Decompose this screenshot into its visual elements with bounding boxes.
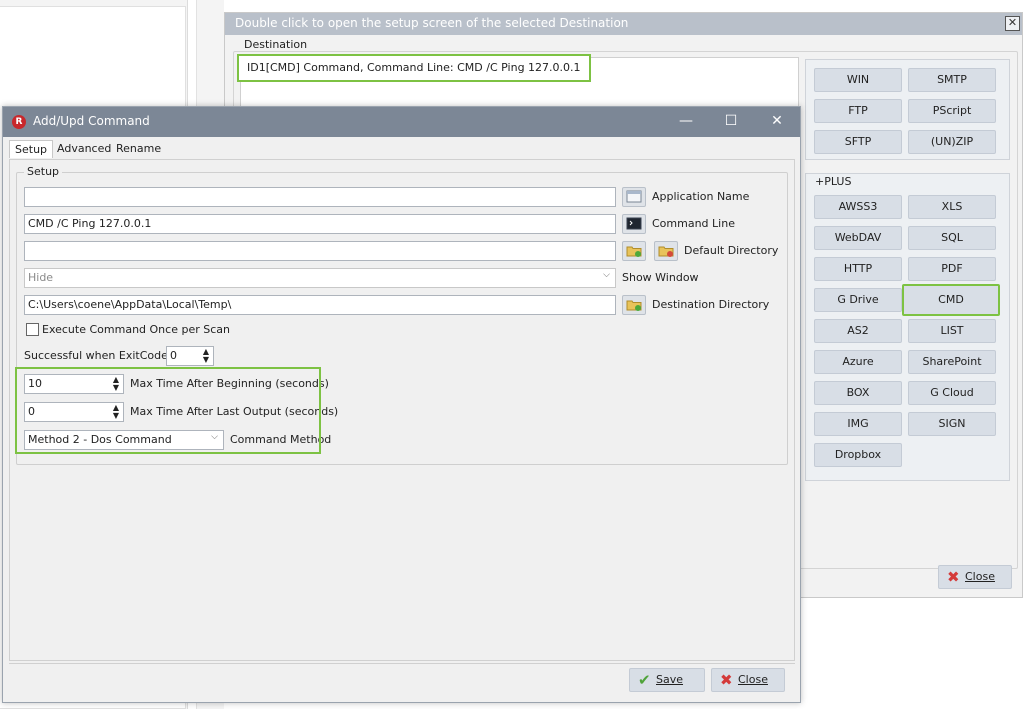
application-name-label: Application Name (652, 190, 750, 203)
close-x-icon[interactable]: ✕ (1005, 16, 1020, 31)
setup-group-label: Setup (24, 165, 63, 178)
list-button[interactable]: LIST (908, 319, 996, 343)
tab-rename[interactable]: Rename (111, 140, 166, 158)
awss3-button[interactable]: AWSS3 (814, 195, 902, 219)
minimize-icon[interactable]: — (676, 111, 696, 131)
dialog-close-button[interactable]: ✖ Close (711, 668, 785, 692)
close-button-label: Close (738, 673, 768, 686)
pdf-button[interactable]: PDF (908, 257, 996, 281)
footer-divider (9, 663, 795, 664)
azure-button[interactable]: Azure (814, 350, 902, 374)
exit-code-value: 0 (170, 349, 177, 362)
app-logo-icon: R (12, 115, 26, 129)
folder-add-icon[interactable] (622, 241, 646, 261)
checkmark-icon: ✔ (638, 671, 651, 689)
sharepoint-button[interactable]: SharePoint (908, 350, 996, 374)
execute-once-label: Execute Command Once per Scan (42, 323, 230, 336)
destination-list-item[interactable]: ID1[CMD] Command, Command Line: CMD /C P… (237, 54, 591, 82)
application-name-input[interactable] (24, 187, 616, 207)
destination-directory-label: Destination Directory (652, 298, 770, 311)
plus-group-label: +PLUS (815, 175, 852, 188)
window-icon[interactable] (622, 187, 646, 207)
show-window-select[interactable]: Hide ⌵ (24, 268, 616, 288)
chevron-down-icon: ⌵ (603, 270, 610, 280)
http-button[interactable]: HTTP (814, 257, 902, 281)
folder-remove-icon[interactable] (654, 241, 678, 261)
win-button[interactable]: WIN (814, 68, 902, 92)
box-button[interactable]: BOX (814, 381, 902, 405)
img-button[interactable]: IMG (814, 412, 902, 436)
default-directory-label: Default Directory (684, 244, 779, 257)
sign-button[interactable]: SIGN (908, 412, 996, 436)
command-line-input[interactable]: CMD /C Ping 127.0.0.1 (24, 214, 616, 234)
maximize-icon[interactable]: ☐ (721, 111, 741, 131)
command-line-label: Command Line (652, 217, 735, 230)
destination-group-label: Destination (242, 38, 310, 51)
as2-button[interactable]: AS2 (814, 319, 902, 343)
unzip-button[interactable]: (UN)ZIP (908, 130, 996, 154)
destination-window-title: Double click to open the setup screen of… (225, 13, 1022, 35)
sql-button[interactable]: SQL (908, 226, 996, 250)
close-button-label: Close (965, 570, 995, 583)
pscript-button[interactable]: PScript (908, 99, 996, 123)
highlight-box (15, 367, 321, 454)
webdav-button[interactable]: WebDAV (814, 226, 902, 250)
destination-close-button[interactable]: ✖ Close (938, 565, 1012, 589)
destination-directory-input[interactable]: C:\Users\coene\AppData\Local\Temp\ (24, 295, 616, 315)
show-window-value: Hide (28, 271, 54, 284)
close-x-icon: ✖ (947, 568, 960, 586)
close-x-icon: ✖ (720, 671, 733, 689)
spinner-arrows-icon[interactable]: ▲ ▼ (201, 348, 211, 364)
tab-setup[interactable]: Setup (9, 140, 54, 158)
exit-code-label: Successful when ExitCode = (24, 349, 181, 362)
exit-code-input[interactable]: 0 ▲ ▼ (166, 346, 214, 366)
close-icon[interactable]: ✕ (767, 111, 787, 131)
xls-button[interactable]: XLS (908, 195, 996, 219)
gdrive-button[interactable]: G Drive (814, 288, 902, 312)
cmd-button[interactable]: CMD (902, 284, 1000, 316)
terminal-icon[interactable] (622, 214, 646, 234)
tab-advanced[interactable]: Advanced (52, 140, 116, 158)
gcloud-button[interactable]: G Cloud (908, 381, 996, 405)
add-upd-command-dialog: R Add/Upd Command — ☐ ✕ Setup Advanced R… (2, 106, 801, 703)
default-directory-input[interactable] (24, 241, 616, 261)
save-button[interactable]: ✔ Save (629, 668, 705, 692)
show-window-label: Show Window (622, 271, 699, 284)
dropbox-button[interactable]: Dropbox (814, 443, 902, 467)
dialog-title: Add/Upd Command (33, 114, 150, 128)
folder-icon[interactable] (622, 295, 646, 315)
dialog-title-bar[interactable]: R Add/Upd Command — ☐ ✕ (3, 107, 800, 137)
smtp-button[interactable]: SMTP (908, 68, 996, 92)
save-button-label: Save (656, 673, 684, 686)
execute-once-checkbox[interactable] (26, 323, 39, 336)
sftp-button[interactable]: SFTP (814, 130, 902, 154)
ftp-button[interactable]: FTP (814, 99, 902, 123)
